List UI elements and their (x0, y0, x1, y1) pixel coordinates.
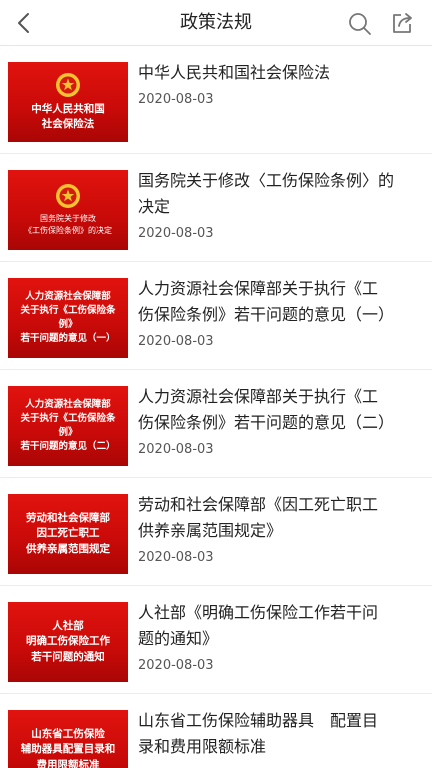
item-thumbnail: 中华人民共和国 社会保险法 (8, 62, 128, 142)
list-item[interactable]: 山东省工伤保险 辅助器具配置目录和 费用限额标准 山东省工伤保险辅助器具 配置目… (0, 694, 432, 768)
item-title: 人力资源社会保障部关于执行《工 伤保险条例》若干问题的意见（一） (138, 279, 395, 324)
item-title: 中华人民共和国社会保险法 (138, 63, 331, 82)
thumbnail-caption: 国务院关于修改 《工伤保险条例》的决定 (24, 214, 112, 235)
policy-list: 中华人民共和国 社会保险法 中华人民共和国社会保险法 2020-08-03 国务… (0, 46, 432, 768)
thumbnail-caption: 劳动和社会保障部 因工死亡职工 供养亲属范围规定 (26, 512, 110, 555)
thumbnail-caption: 山东省工伤保险 辅助器具配置目录和 费用限额标准 (20, 728, 116, 768)
share-icon (393, 13, 412, 33)
thumbnail-caption: 人社部 明确工伤保险工作 若干问题的通知 (26, 620, 110, 663)
item-date: 2020-08-03 (138, 92, 214, 107)
item-title: 人社部《明确工伤保险工作若干问 题的通知》 (138, 603, 379, 648)
top-nav-bar: 政策法规 (0, 0, 432, 46)
share-button[interactable] (388, 9, 416, 37)
thumbnail-caption: 中华人民共和国 社会保险法 (31, 102, 105, 130)
list-item[interactable]: 中华人民共和国 社会保险法 中华人民共和国社会保险法 2020-08-03 (0, 46, 432, 154)
app-screen: 政策法规 中华人民共和国 社会保险法 中华人民共和国社会保险法 2020-08-… (0, 0, 432, 768)
item-thumbnail: 人力资源社会保障部 关于执行《工伤保险条例》 若干问题的意见（二） (8, 386, 128, 466)
list-item[interactable]: 人力资源社会保障部 关于执行《工伤保险条例》 若干问题的意见（二） 人力资源社会… (0, 370, 432, 478)
item-date: 2020-08-03 (138, 334, 214, 349)
item-thumbnail: 山东省工伤保险 辅助器具配置目录和 费用限额标准 (8, 710, 128, 768)
national-emblem-icon (56, 184, 80, 209)
thumbnail-caption: 人力资源社会保障部 关于执行《工伤保险条例》 若干问题的意见（一） (20, 291, 116, 344)
list-item[interactable]: 人社部 明确工伤保险工作 若干问题的通知 人社部《明确工伤保险工作若干问 题的通… (0, 586, 432, 694)
list-item[interactable]: 国务院关于修改 《工伤保险条例》的决定 国务院关于修改〈工伤保险条例〉的 决定 … (0, 154, 432, 262)
chevron-left-icon (18, 13, 29, 33)
item-thumbnail: 人力资源社会保障部 关于执行《工伤保险条例》 若干问题的意见（一） (8, 278, 128, 358)
back-button[interactable] (10, 9, 36, 37)
item-date: 2020-08-03 (138, 226, 214, 241)
search-icon (349, 13, 371, 35)
item-thumbnail: 劳动和社会保障部 因工死亡职工 供养亲属范围规定 (8, 494, 128, 574)
item-date: 2020-08-03 (138, 442, 214, 457)
item-thumbnail: 人社部 明确工伤保险工作 若干问题的通知 (8, 602, 128, 682)
item-date: 2020-08-03 (138, 658, 214, 673)
national-emblem-icon (56, 72, 80, 97)
item-date: 2020-08-03 (138, 550, 214, 565)
list-item[interactable]: 人力资源社会保障部 关于执行《工伤保险条例》 若干问题的意见（一） 人力资源社会… (0, 262, 432, 370)
item-title: 劳动和社会保障部《因工死亡职工 供养亲属范围规定》 (138, 495, 379, 540)
item-title: 人力资源社会保障部关于执行《工 伤保险条例》若干问题的意见（二） (138, 387, 395, 432)
list-item[interactable]: 劳动和社会保障部 因工死亡职工 供养亲属范围规定 劳动和社会保障部《因工死亡职工… (0, 478, 432, 586)
item-thumbnail: 国务院关于修改 《工伤保险条例》的决定 (8, 170, 128, 250)
search-button[interactable] (346, 10, 374, 38)
thumbnail-caption: 人力资源社会保障部 关于执行《工伤保险条例》 若干问题的意见（二） (20, 399, 116, 452)
item-title: 国务院关于修改〈工伤保险条例〉的 决定 (138, 171, 395, 216)
item-title: 山东省工伤保险辅助器具 配置目 录和费用限额标准 (138, 711, 379, 756)
